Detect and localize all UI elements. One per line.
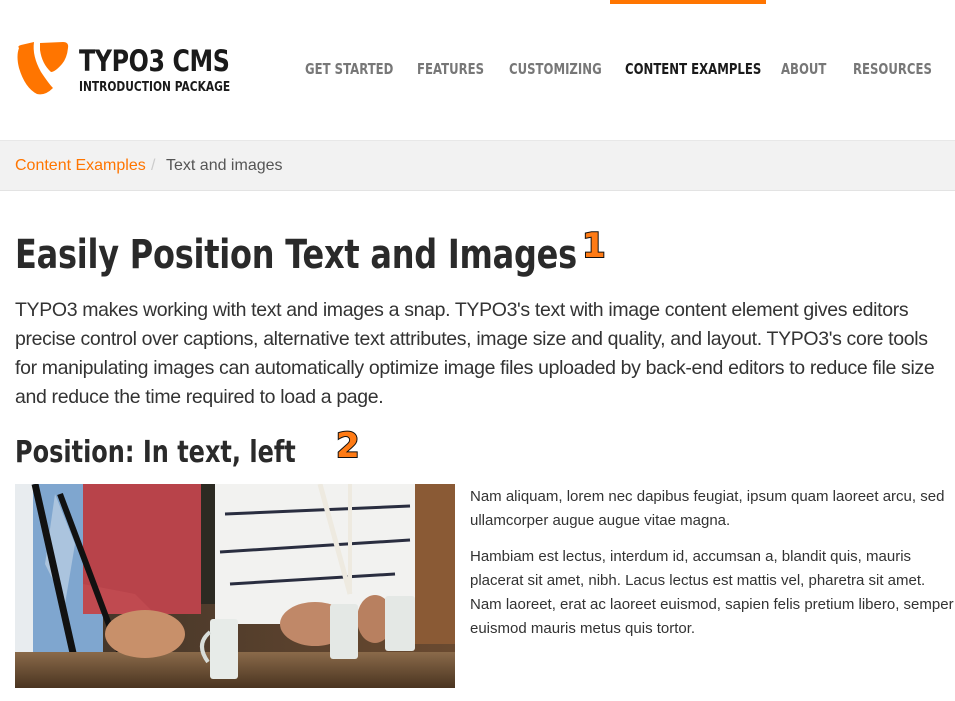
nav-item-resources[interactable]: RESOURCES [853, 60, 932, 78]
breadcrumb-link-content-examples[interactable]: Content Examples [15, 157, 146, 175]
active-nav-indicator [610, 0, 766, 4]
coffee-mugs-photo [15, 484, 455, 688]
section-title: Position: In text, left [15, 435, 296, 470]
nav-item-get-started[interactable]: GET STARTED [305, 60, 393, 78]
nav-item-features[interactable]: FEATURES [417, 60, 484, 78]
page-title: Easily Position Text and Images [15, 232, 577, 278]
section-body: Nam aliquam, lorem nec dapibus feugiat, … [470, 485, 955, 653]
site-header: TYPO3 CMS INTRODUCTION PACKAGE GET START… [0, 0, 955, 140]
main-nav: GET STARTED FEATURES CUSTOMIZING CONTENT… [0, 0, 955, 140]
content-image [15, 484, 455, 688]
nav-item-content-examples[interactable]: CONTENT EXAMPLES [625, 60, 761, 78]
nav-item-about[interactable]: ABOUT [781, 60, 826, 78]
breadcrumb-current: Text and images [166, 157, 283, 174]
annotation-marker-1: 1 [581, 225, 607, 267]
breadcrumb-separator: / [151, 157, 156, 174]
intro-paragraph: TYPO3 makes working with text and images… [15, 299, 935, 408]
nav-item-customizing[interactable]: CUSTOMIZING [509, 60, 602, 78]
annotation-marker-2: 2 [335, 425, 361, 467]
breadcrumb: Content Examples / Text and images [0, 140, 955, 191]
section-paragraph: Nam aliquam, lorem nec dapibus feugiat, … [470, 488, 945, 529]
section-paragraph: Hambiam est lectus, interdum id, accumsa… [470, 548, 954, 637]
